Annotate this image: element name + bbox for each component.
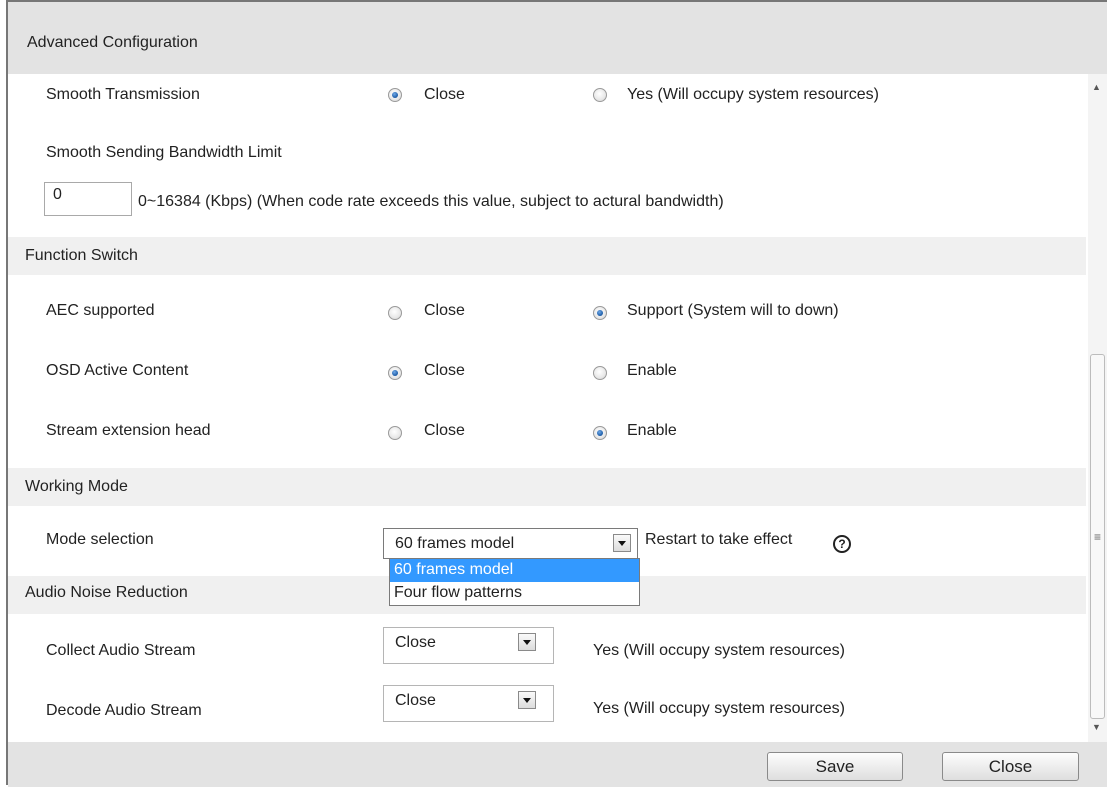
decode-audio-label: Decode Audio Stream [46,702,202,719]
aec-label: AEC supported [46,302,155,319]
smooth-transmission-close-radio[interactable] [388,88,402,102]
osd-label: OSD Active Content [46,362,189,379]
stream-ext-enable-radio[interactable] [593,426,607,440]
mode-option-60-frames[interactable]: 60 frames model [390,559,639,582]
mode-selection-label: Mode selection [46,531,154,548]
grip-icon: ≡ [1094,530,1102,544]
aec-close-radio[interactable] [388,306,402,320]
osd-close-label[interactable]: Close [424,362,465,380]
scroll-up-icon[interactable]: ▲ [1092,82,1101,92]
decode-audio-value: Close [395,692,436,709]
dialog: Advanced Configuration Smooth Transmissi… [6,0,1107,787]
collect-audio-note: Yes (Will occupy system resources) [593,642,845,659]
vertical-scrollbar[interactable]: ▲ ≡ ▼ [1088,74,1107,742]
chevron-down-icon[interactable] [518,691,536,709]
aec-close-label[interactable]: Close [424,302,465,320]
stream-ext-enable-label[interactable]: Enable [627,422,677,440]
osd-enable-radio[interactable] [593,366,607,380]
scroll-thumb[interactable]: ≡ [1090,354,1105,719]
audio-title: Audio Noise Reduction [25,584,188,601]
bandwidth-label: Smooth Sending Bandwidth Limit [46,144,282,161]
aec-support-label[interactable]: Support (System will to down) [627,302,839,320]
collect-audio-label: Collect Audio Stream [46,642,196,659]
smooth-transmission-close-label[interactable]: Close [424,86,465,104]
osd-close-radio[interactable] [388,366,402,380]
stream-ext-close-label[interactable]: Close [424,422,465,440]
decode-audio-select[interactable]: Close [383,685,554,722]
decode-audio-note: Yes (Will occupy system resources) [593,700,845,717]
bandwidth-input[interactable]: 0 [44,182,132,216]
osd-enable-label[interactable]: Enable [627,362,677,380]
stream-ext-label: Stream extension head [46,422,211,439]
collect-audio-select[interactable]: Close [383,627,554,664]
dialog-titlebar: Advanced Configuration [8,2,1107,74]
dialog-title: Advanced Configuration [27,34,198,51]
mode-select[interactable]: 60 frames model [383,528,638,559]
mode-option-four-flow[interactable]: Four flow patterns [390,582,639,605]
smooth-transmission-yes-radio[interactable] [593,88,607,102]
smooth-transmission-yes-label[interactable]: Yes (Will occupy system resources) [627,86,879,104]
close-button[interactable]: Close [942,752,1079,781]
stream-ext-close-radio[interactable] [388,426,402,440]
working-mode-title: Working Mode [25,478,128,495]
save-button[interactable]: Save [767,752,903,781]
mode-dropdown-list: 60 frames model Four flow patterns [389,558,640,606]
working-mode-header: Working Mode [8,468,1086,506]
aec-support-radio[interactable] [593,306,607,320]
function-switch-title: Function Switch [25,247,138,264]
help-icon[interactable]: ? [833,535,851,553]
dialog-footer: Save Close [8,742,1107,787]
collect-audio-value: Close [395,634,436,651]
function-switch-header: Function Switch [8,237,1086,275]
chevron-down-icon[interactable] [613,534,631,552]
mode-select-value: 60 frames model [395,535,515,552]
bandwidth-hint: 0~16384 (Kbps) (When code rate exceeds t… [138,193,724,210]
smooth-transmission-label: Smooth Transmission [46,86,200,103]
mode-hint: Restart to take effect [645,531,793,548]
chevron-down-icon[interactable] [518,633,536,651]
scroll-down-icon[interactable]: ▼ [1092,722,1101,732]
